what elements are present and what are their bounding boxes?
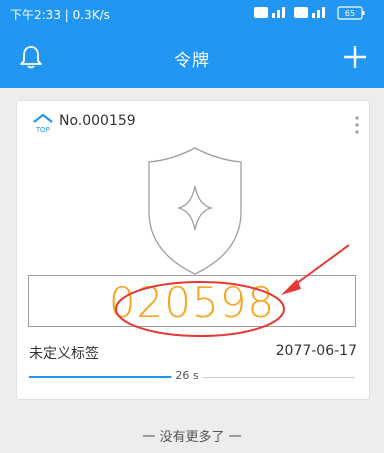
more-vert-icon[interactable]	[353, 115, 361, 135]
token-code-box: 020598	[28, 275, 356, 337]
token-label: 未定义标签	[29, 346, 99, 362]
countdown-progress: 26 s	[29, 367, 355, 387]
token-code: 020598	[108, 278, 276, 327]
app-bar: 令牌	[0, 26, 384, 88]
status-bar: 下午2:33 | 0.3K/s 65	[0, 0, 384, 26]
plus-icon[interactable]	[342, 44, 368, 70]
page-title: 令牌	[174, 51, 210, 71]
signal-icon	[282, 7, 285, 18]
token-serial: No.000159	[59, 113, 136, 129]
svg-text:TOP: TOP	[36, 127, 51, 134]
token-expiry: 2077-06-17	[275, 343, 357, 359]
shield-icon	[146, 146, 244, 276]
seconds-remaining: 26 s	[171, 369, 203, 382]
progress-fill	[29, 376, 172, 378]
top-icon: TOP	[31, 112, 55, 134]
token-card[interactable]: TOP No.000159 020598 未定义标签 2077-06-17 26…	[16, 100, 370, 400]
status-time-speed: 下午2:33 | 0.3K/s	[10, 8, 110, 22]
hd-icon	[254, 7, 268, 18]
status-icons: 65	[254, 5, 376, 24]
battery-level: 65	[345, 9, 355, 18]
no-more-text: 一 没有更多了 一	[142, 430, 242, 445]
